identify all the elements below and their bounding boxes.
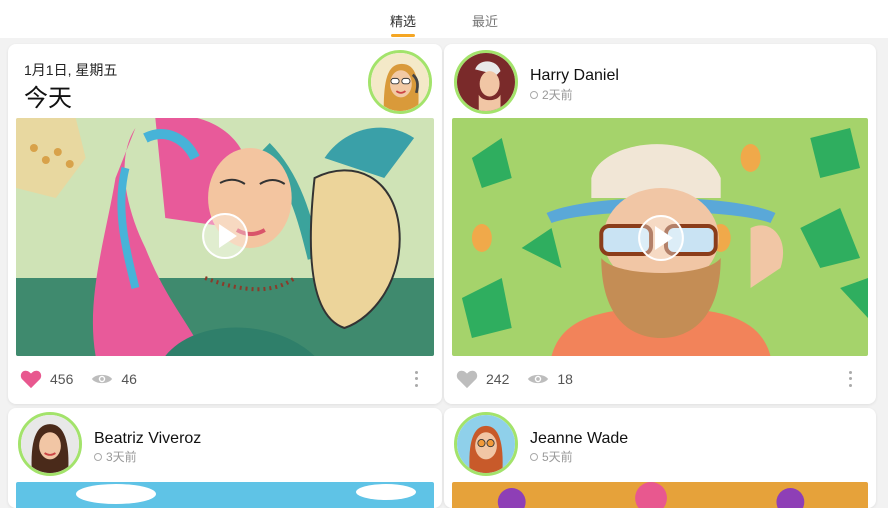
post-time: 3天前 — [94, 448, 137, 465]
time-text: 2天前 — [542, 88, 573, 102]
user-name[interactable]: Beatriz Viveroz — [94, 430, 201, 448]
more-icon[interactable] — [408, 369, 424, 389]
view-count: 46 — [121, 371, 137, 387]
clock-icon — [530, 452, 538, 461]
like-stat[interactable]: 456 — [20, 369, 73, 389]
clock-icon — [530, 90, 538, 99]
today-title: 今天 — [24, 85, 72, 112]
clock-icon — [94, 452, 102, 461]
avatar[interactable] — [368, 50, 432, 114]
eye-icon — [528, 374, 549, 384]
like-stat[interactable]: 242 — [456, 369, 509, 389]
view-count: 18 — [557, 371, 573, 387]
avatar-woman — [21, 415, 79, 473]
avatar-man — [457, 53, 515, 111]
avatar-woman-glasses — [457, 415, 515, 473]
like-count: 456 — [50, 371, 74, 387]
avatar-woman-sunglasses — [371, 53, 429, 111]
more-icon[interactable] — [842, 369, 858, 389]
today-stats: 456 46 — [20, 366, 434, 392]
heart-icon[interactable] — [456, 369, 478, 389]
artwork-masquerade[interactable] — [16, 118, 434, 356]
post-time: 2天前 — [530, 86, 573, 103]
avatar[interactable] — [18, 412, 82, 476]
artwork-sky[interactable] — [16, 482, 434, 508]
tab-recent[interactable]: 最近 — [472, 11, 498, 37]
date-label: 1月1日, 星期五 — [24, 62, 118, 78]
harry-card: Harry Daniel 2天前 242 18 — [444, 44, 876, 404]
view-stat: 46 — [91, 371, 137, 387]
eye-icon — [92, 374, 113, 384]
artwork-floral[interactable] — [452, 482, 868, 508]
today-card: 1月1日, 星期五 今天 456 46 — [8, 44, 442, 404]
tab-bar: 精选 最近 — [0, 0, 888, 38]
user-name[interactable]: Jeanne Wade — [530, 430, 628, 448]
heart-icon[interactable] — [20, 369, 42, 389]
avatar[interactable] — [454, 50, 518, 114]
beatriz-card: Beatriz Viveroz 3天前 — [8, 408, 442, 508]
jeanne-card: Jeanne Wade 5天前 — [444, 408, 876, 508]
time-text: 5天前 — [542, 450, 573, 464]
view-stat: 18 — [527, 371, 573, 387]
time-text: 3天前 — [106, 450, 137, 464]
harry-stats: 242 18 — [456, 366, 868, 392]
tab-featured[interactable]: 精选 — [390, 11, 416, 37]
avatar[interactable] — [454, 412, 518, 476]
like-count: 242 — [486, 371, 510, 387]
post-time: 5天前 — [530, 448, 573, 465]
artwork-hipster-man[interactable] — [452, 118, 868, 356]
user-name[interactable]: Harry Daniel — [530, 67, 619, 85]
